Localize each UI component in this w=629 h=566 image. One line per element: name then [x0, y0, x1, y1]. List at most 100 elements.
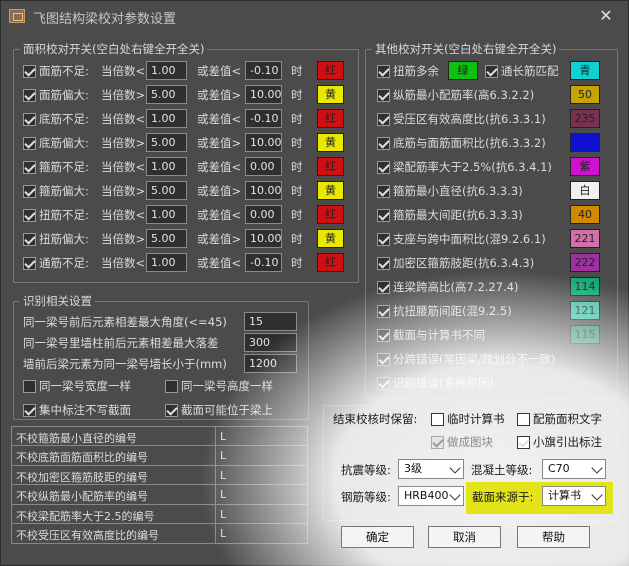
color-swatch[interactable]: 红 — [317, 205, 344, 224]
color-swatch[interactable]: 黄 — [317, 181, 344, 200]
diff-input[interactable]: 0.00 — [245, 157, 282, 176]
diff-input[interactable]: 10.00 — [245, 133, 282, 152]
area-row-checkbox[interactable] — [23, 209, 36, 222]
table-row[interactable]: 不校梁配筋率大于2.5的编号 L — [12, 504, 307, 524]
table-row[interactable]: 不校受压区有效高度比的编号 L — [12, 523, 307, 544]
table-row[interactable]: 不校加密区箍筋肢距的编号 L — [12, 465, 307, 486]
color-swatch[interactable]: 黄 — [317, 229, 344, 248]
unit-label: 时 — [291, 184, 303, 198]
table-value[interactable]: L — [220, 527, 226, 540]
table-value[interactable]: L — [220, 449, 226, 462]
ratio-input[interactable]: 1.00 — [146, 157, 187, 176]
color-swatch[interactable]: 121 — [570, 301, 600, 320]
color-swatch[interactable]: 红 — [317, 157, 344, 176]
diff-input[interactable]: -0.10 — [245, 61, 282, 80]
color-swatch[interactable]: 青 — [570, 61, 600, 80]
area-row-checkbox[interactable] — [23, 185, 36, 198]
diff-input[interactable]: 0.00 — [245, 205, 282, 224]
other-row-checkbox[interactable] — [377, 377, 390, 390]
ratio-input[interactable]: 5.00 — [146, 181, 187, 200]
concrete-grade-label: 混凝土等级: — [471, 463, 533, 477]
other-row-checkbox[interactable] — [377, 305, 390, 318]
diff-input[interactable]: 10.00 — [245, 85, 282, 104]
steel-grade-select[interactable]: HRB400 — [398, 486, 464, 506]
ratio-input[interactable]: 1.00 — [146, 61, 187, 80]
color-swatch[interactable]: 红 — [317, 61, 344, 80]
ratio-input[interactable]: 5.00 — [146, 133, 187, 152]
cancel-button[interactable]: 取消 — [428, 526, 501, 548]
color-swatch[interactable]: 40 — [570, 205, 600, 224]
color-swatch[interactable]: 红 — [317, 253, 344, 272]
table-value[interactable]: L — [220, 488, 226, 501]
diff-input[interactable]: -0.10 — [245, 109, 282, 128]
recognition-checkbox[interactable] — [23, 404, 36, 417]
ok-button[interactable]: 确定 — [341, 526, 414, 548]
area-row-checkbox[interactable] — [23, 113, 36, 126]
other-row-checkbox[interactable] — [377, 113, 390, 126]
recognition-field-input[interactable]: 1200 — [244, 354, 297, 373]
ratio-input[interactable]: 1.00 — [146, 109, 187, 128]
section-source-select[interactable]: 计算书 — [542, 486, 606, 506]
table-value[interactable]: L — [220, 469, 226, 482]
other-row-checkbox[interactable] — [377, 233, 390, 246]
close-icon[interactable]: ✕ — [594, 5, 618, 27]
color-swatch[interactable]: 黄 — [317, 85, 344, 104]
area-row-checkbox[interactable] — [23, 257, 36, 270]
seismic-level-select[interactable]: 3级 — [398, 459, 464, 479]
recognition-field-input[interactable]: 15 — [244, 312, 297, 331]
area-row-checkbox[interactable] — [23, 137, 36, 150]
continuous-bar-label: 通长筋匹配 — [501, 64, 559, 78]
diff-input[interactable]: 10.00 — [245, 229, 282, 248]
area-row-checkbox[interactable] — [23, 233, 36, 246]
color-swatch[interactable]: 114 — [570, 277, 600, 296]
recognition-checkbox[interactable] — [165, 404, 178, 417]
color-swatch[interactable]: 红 — [317, 109, 344, 128]
ratio-input[interactable]: 1.00 — [146, 253, 187, 272]
diff-input[interactable]: -0.10 — [245, 253, 282, 272]
table-row[interactable]: 不校箍筋最小直径的编号 L — [12, 427, 307, 447]
other-row-checkbox[interactable] — [377, 185, 390, 198]
torsion-extra-checkbox[interactable] — [377, 65, 390, 78]
small-flag-checkbox[interactable] — [517, 436, 530, 449]
color-swatch[interactable]: 紫 — [570, 157, 600, 176]
color-swatch[interactable]: 黄 — [317, 133, 344, 152]
recognition-field-input[interactable]: 300 — [244, 333, 297, 352]
color-swatch[interactable]: 222 — [570, 253, 600, 272]
diff-compare-label: 或差值< — [197, 256, 242, 270]
color-swatch[interactable]: 绿 — [448, 61, 478, 80]
concrete-grade-select[interactable]: C70 — [542, 459, 606, 479]
ratio-input[interactable]: 5.00 — [146, 85, 187, 104]
other-row-checkbox[interactable] — [377, 281, 390, 294]
table-value[interactable]: L — [220, 430, 226, 443]
table-row[interactable]: 不校纵筋最小配筋率的编号 L — [12, 485, 307, 505]
other-row-checkbox[interactable] — [377, 329, 390, 342]
color-swatch[interactable]: 115 — [570, 325, 600, 344]
table-row[interactable]: 不校底筋面筋面积比的编号 L — [12, 446, 307, 466]
color-swatch[interactable]: 白 — [570, 181, 600, 200]
color-swatch[interactable]: 235 — [570, 109, 600, 128]
other-row-checkbox[interactable] — [377, 161, 390, 174]
area-row-checkbox[interactable] — [23, 65, 36, 78]
other-row-checkbox[interactable] — [377, 137, 390, 150]
color-swatch[interactable] — [570, 133, 600, 152]
ratio-input[interactable]: 5.00 — [146, 229, 187, 248]
keep-on-finish-label: 结束校核时保留: — [333, 412, 418, 426]
other-row-checkbox[interactable] — [377, 257, 390, 270]
area-row-checkbox[interactable] — [23, 89, 36, 102]
color-swatch[interactable]: 221 — [570, 229, 600, 248]
recognition-checkbox[interactable] — [23, 380, 36, 393]
other-row-checkbox[interactable] — [377, 89, 390, 102]
color-swatch[interactable]: 50 — [570, 85, 600, 104]
ratio-input[interactable]: 1.00 — [146, 205, 187, 224]
temp-calc-checkbox[interactable] — [431, 413, 444, 426]
continuous-bar-checkbox[interactable] — [485, 65, 498, 78]
other-row-checkbox[interactable] — [377, 353, 390, 366]
table-value[interactable]: L — [220, 508, 226, 521]
area-row-checkbox[interactable] — [23, 161, 36, 174]
other-row-checkbox[interactable] — [377, 209, 390, 222]
diff-input[interactable]: 10.00 — [245, 181, 282, 200]
recognition-checkbox[interactable] — [165, 380, 178, 393]
rebar-text-checkbox[interactable] — [517, 413, 530, 426]
help-button[interactable]: 帮助 — [517, 526, 590, 548]
diff-compare-label: 或差值> — [197, 184, 242, 198]
